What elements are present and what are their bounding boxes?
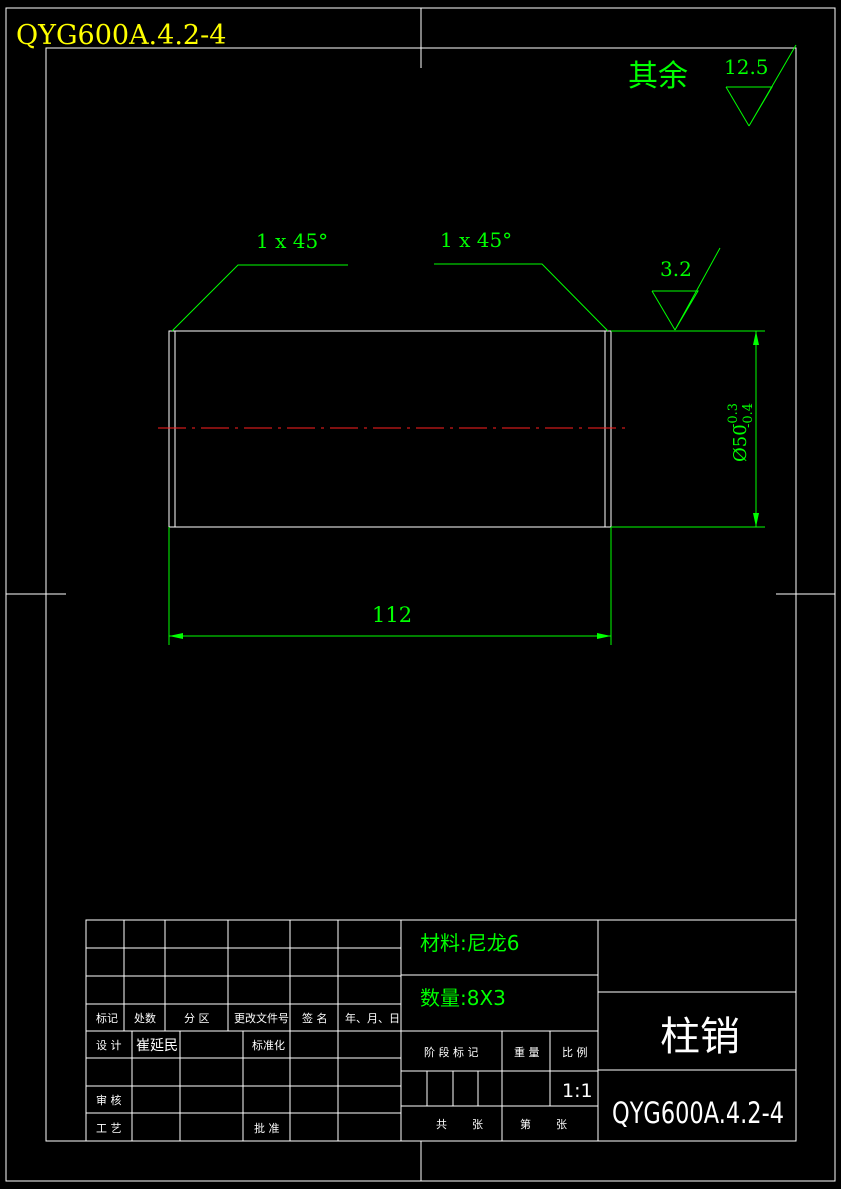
hdr-review: 审 核 [96, 1093, 122, 1107]
hdr-count: 处数 [134, 1012, 156, 1025]
roughness-surface-symbol-left [651, 290, 676, 331]
hdr-nth: 第 [520, 1117, 531, 1131]
roughness-rest-symbol-left [725, 86, 750, 127]
quantity: 数量:8X3 [420, 986, 506, 1010]
hdr-signature: 签 名 [302, 1011, 328, 1025]
hdr-weight: 重 量 [514, 1045, 540, 1059]
length-arrow-left [169, 633, 183, 639]
hdr-mark: 标记 [96, 1011, 118, 1025]
hdr-sheets-1: 张 [472, 1118, 483, 1131]
roughness-rest-value: 12.5 [724, 55, 769, 79]
hdr-ratio: 比 例 [562, 1045, 588, 1059]
length-arrow-right [597, 633, 611, 639]
chamfer-leader-right [434, 263, 609, 332]
chamfer-right-label: 1 x 45° [440, 228, 512, 252]
tolerance-lower: -0.4 [741, 403, 756, 428]
chamfer-left-label: 1 x 45° [256, 229, 328, 253]
scale-value: 1:1 [562, 1080, 593, 1102]
roughness-surface-value: 3.2 [660, 257, 692, 281]
drawing-code-top: QYG600A.4.2-4 [16, 20, 226, 51]
roughness-rest-label: 其余 [628, 59, 688, 94]
hdr-process: 工 艺 [96, 1122, 122, 1135]
hdr-total: 共 [436, 1118, 447, 1131]
hdr-standardize: 标准化 [252, 1038, 285, 1052]
diameter-arrow-top [753, 331, 759, 345]
inner-frame [45, 47, 797, 1142]
tolerance-upper: -0.3 [726, 403, 741, 428]
hdr-change-doc: 更改文件号 [234, 1011, 289, 1025]
hdr-date: 年、月、日 [345, 1011, 400, 1025]
diameter-arrow-bottom [753, 513, 759, 527]
drawing-canvas: QYG600A.4.2-4 其余 12.5 1 x 45° 1 x 45° 3.… [5, 7, 836, 1182]
diameter-text-group: Ø50 -0.3 -0.4 [726, 403, 756, 462]
material: 材料:尼龙6 [420, 931, 519, 955]
part-name: 柱销 [660, 1014, 740, 1060]
length-label: 112 [372, 603, 412, 627]
hdr-sheets-2: 张 [556, 1118, 567, 1131]
chamfer-leader-left [171, 264, 348, 332]
title-block: 标记 处数 分 区 更改文件号 签 名 年、月、日 设 计 崔延民 标准化 审 … [85, 919, 797, 1142]
designer-name: 崔延民 [136, 1038, 178, 1054]
diameter-label: Ø50 [730, 424, 751, 462]
part-outline [168, 330, 612, 528]
part-code: QYG600A.4.2-4 [612, 1096, 784, 1130]
hdr-stage-mark: 阶 段 标 记 [424, 1045, 479, 1059]
hdr-zone: 分 区 [184, 1012, 210, 1025]
hdr-design: 设 计 [96, 1039, 122, 1052]
hdr-approve: 批 准 [254, 1121, 280, 1135]
